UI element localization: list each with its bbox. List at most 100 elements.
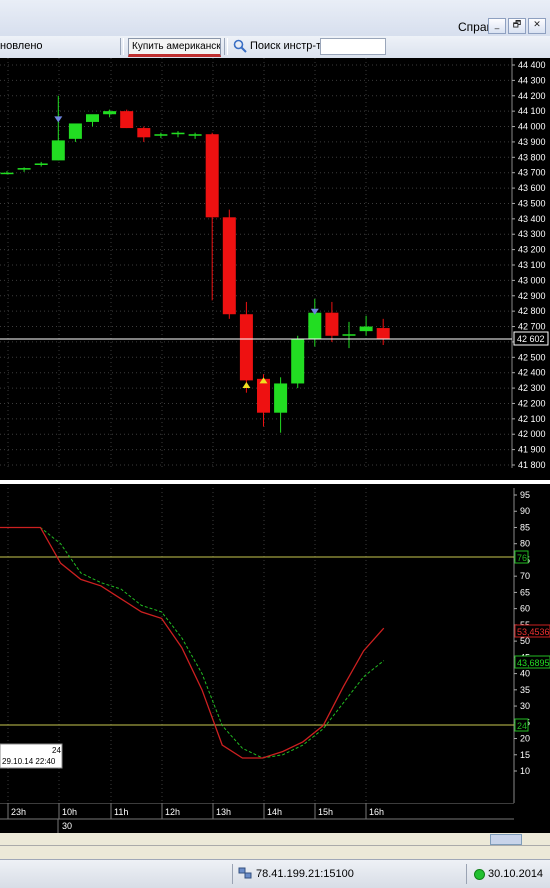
panel-footer — [0, 845, 550, 860]
candle-body[interactable] — [325, 312, 339, 336]
time-tick-label: 15h — [318, 807, 333, 817]
price-tick-label: 44 000 — [518, 122, 546, 132]
price-chart[interactable]: 44 400 44 300 44 200 44 100 44 000 43 900 43 8… — [0, 58, 550, 468]
candle-body[interactable] — [222, 217, 236, 315]
statusbar: 78.41.199.21:15100 30.10.2014 — [0, 859, 550, 888]
candle-body[interactable] — [154, 134, 168, 136]
osc-tick-label: 35 — [520, 685, 530, 695]
price-tick-label: 44 200 — [518, 91, 546, 101]
osc-tick-label: 80 — [520, 539, 530, 549]
search-label: Поиск инстр-та — [250, 40, 328, 52]
price-tick-label: 42 100 — [518, 414, 546, 424]
buy-american-button[interactable]: Купить американск» — [128, 38, 221, 57]
osc-tick-label: 10 — [520, 766, 530, 776]
candle-body[interactable] — [376, 328, 390, 339]
update-status: новлено — [0, 40, 43, 52]
price-tick-label: 42 200 — [518, 398, 546, 408]
time-tick-label: 23h — [11, 807, 26, 817]
candle-body[interactable] — [342, 334, 356, 336]
osc-tick-label: 95 — [520, 490, 530, 500]
signal-dashed-line — [0, 526, 385, 759]
price-tick-label: 43 900 — [518, 137, 546, 147]
candle-body[interactable] — [291, 338, 305, 384]
price-tick-label: 43 100 — [518, 260, 546, 270]
oscillator-chart[interactable]: 959085807570656055504540353025201510 76 … — [0, 488, 550, 803]
search-icon[interactable] — [233, 39, 247, 53]
osc-tick-label: 20 — [520, 734, 530, 744]
panel-divider[interactable] — [0, 480, 550, 484]
signal-main-line — [0, 526, 385, 759]
osc-grid — [7, 488, 515, 803]
search-input[interactable] — [320, 38, 386, 55]
price-tick-label: 43 700 — [518, 168, 546, 178]
candle-body[interactable] — [51, 140, 65, 161]
price-tick-label: 42 000 — [518, 429, 546, 439]
date-label: 30 — [62, 821, 72, 831]
toolbar-separator — [120, 38, 124, 55]
candle-body[interactable] — [359, 326, 373, 332]
candle-body[interactable] — [188, 134, 202, 136]
osc-tick-label: 50 — [520, 636, 530, 646]
price-tick-label: 41 800 — [518, 460, 546, 468]
server-address: 78.41.199.21:15100 — [256, 868, 354, 880]
candle-body[interactable] — [68, 123, 82, 139]
candle-body[interactable] — [274, 383, 288, 413]
close-button[interactable]: ✕ — [528, 18, 546, 34]
window-controls: _ 🗗 ✕ — [488, 18, 546, 34]
osc-tick-label: 60 — [520, 604, 530, 614]
time-tick-label: 14h — [267, 807, 282, 817]
tooltip-value: 24 — [52, 746, 61, 755]
status-separator — [466, 864, 467, 884]
candle-body[interactable] — [205, 134, 219, 218]
restore-button[interactable]: 🗗 — [508, 18, 526, 34]
price-tick-label: 42 700 — [518, 322, 546, 332]
price-tick-label: 42 300 — [518, 383, 546, 393]
price-tick-label: 42 400 — [518, 368, 546, 378]
status-separator — [232, 864, 233, 884]
osc-tick-label: 30 — [520, 701, 530, 711]
candle-body[interactable] — [0, 172, 14, 175]
price-tick-label: 42 800 — [518, 306, 546, 316]
time-tick-label: 12h — [165, 807, 180, 817]
candle-body[interactable] — [171, 132, 185, 135]
upper-level-label: 76 — [517, 553, 527, 563]
price-grid — [0, 58, 513, 468]
price-tick-label: 43 400 — [518, 214, 546, 224]
network-icon — [238, 867, 252, 879]
osc-tick-label: 15 — [520, 750, 530, 760]
candle-body[interactable] — [137, 128, 151, 138]
candle-body[interactable] — [103, 111, 117, 115]
time-tick-label: 13h — [216, 807, 231, 817]
price-tick-label: 42 500 — [518, 352, 546, 362]
candle-body[interactable] — [34, 163, 48, 165]
time-tick-label: 11h — [114, 807, 128, 817]
price-tick-label: 43 500 — [518, 198, 546, 208]
toolbar: новлено Купить американск» Поиск инстр-т… — [0, 36, 550, 59]
candle-body[interactable] — [308, 312, 322, 339]
price-tick-label: 43 600 — [518, 183, 546, 193]
price-tick-label: 41 900 — [518, 445, 546, 455]
osc-tick-label: 85 — [520, 522, 530, 532]
horizontal-scrollbar[interactable] — [0, 833, 550, 845]
scrollbar-thumb[interactable] — [490, 834, 522, 845]
candle-body[interactable] — [257, 378, 270, 413]
tooltip-datetime: 29.10.14 22:40 — [2, 757, 56, 766]
candle-body[interactable] — [120, 111, 134, 129]
green-value-label: 43,6895 — [517, 658, 550, 668]
lower-level-label: 24 — [517, 721, 527, 731]
connection-status-icon — [474, 869, 485, 880]
candle-body[interactable] — [239, 314, 253, 381]
sell-signal-marker — [54, 116, 63, 123]
osc-tick-label: 70 — [520, 571, 530, 581]
time-tick-label: 10h — [62, 807, 77, 817]
candle-body[interactable] — [17, 168, 31, 170]
candle-body[interactable] — [86, 114, 99, 122]
price-tick-label: 43 000 — [518, 275, 546, 285]
osc-tick-label: 90 — [520, 506, 530, 516]
toolbar-separator — [224, 38, 228, 55]
price-tick-label: 43 200 — [518, 245, 546, 255]
price-tick-label: 44 400 — [518, 60, 546, 70]
minimize-button[interactable]: _ — [488, 18, 506, 34]
price-tick-label: 43 800 — [518, 152, 546, 162]
current-price-label: 42 602 — [517, 334, 545, 344]
